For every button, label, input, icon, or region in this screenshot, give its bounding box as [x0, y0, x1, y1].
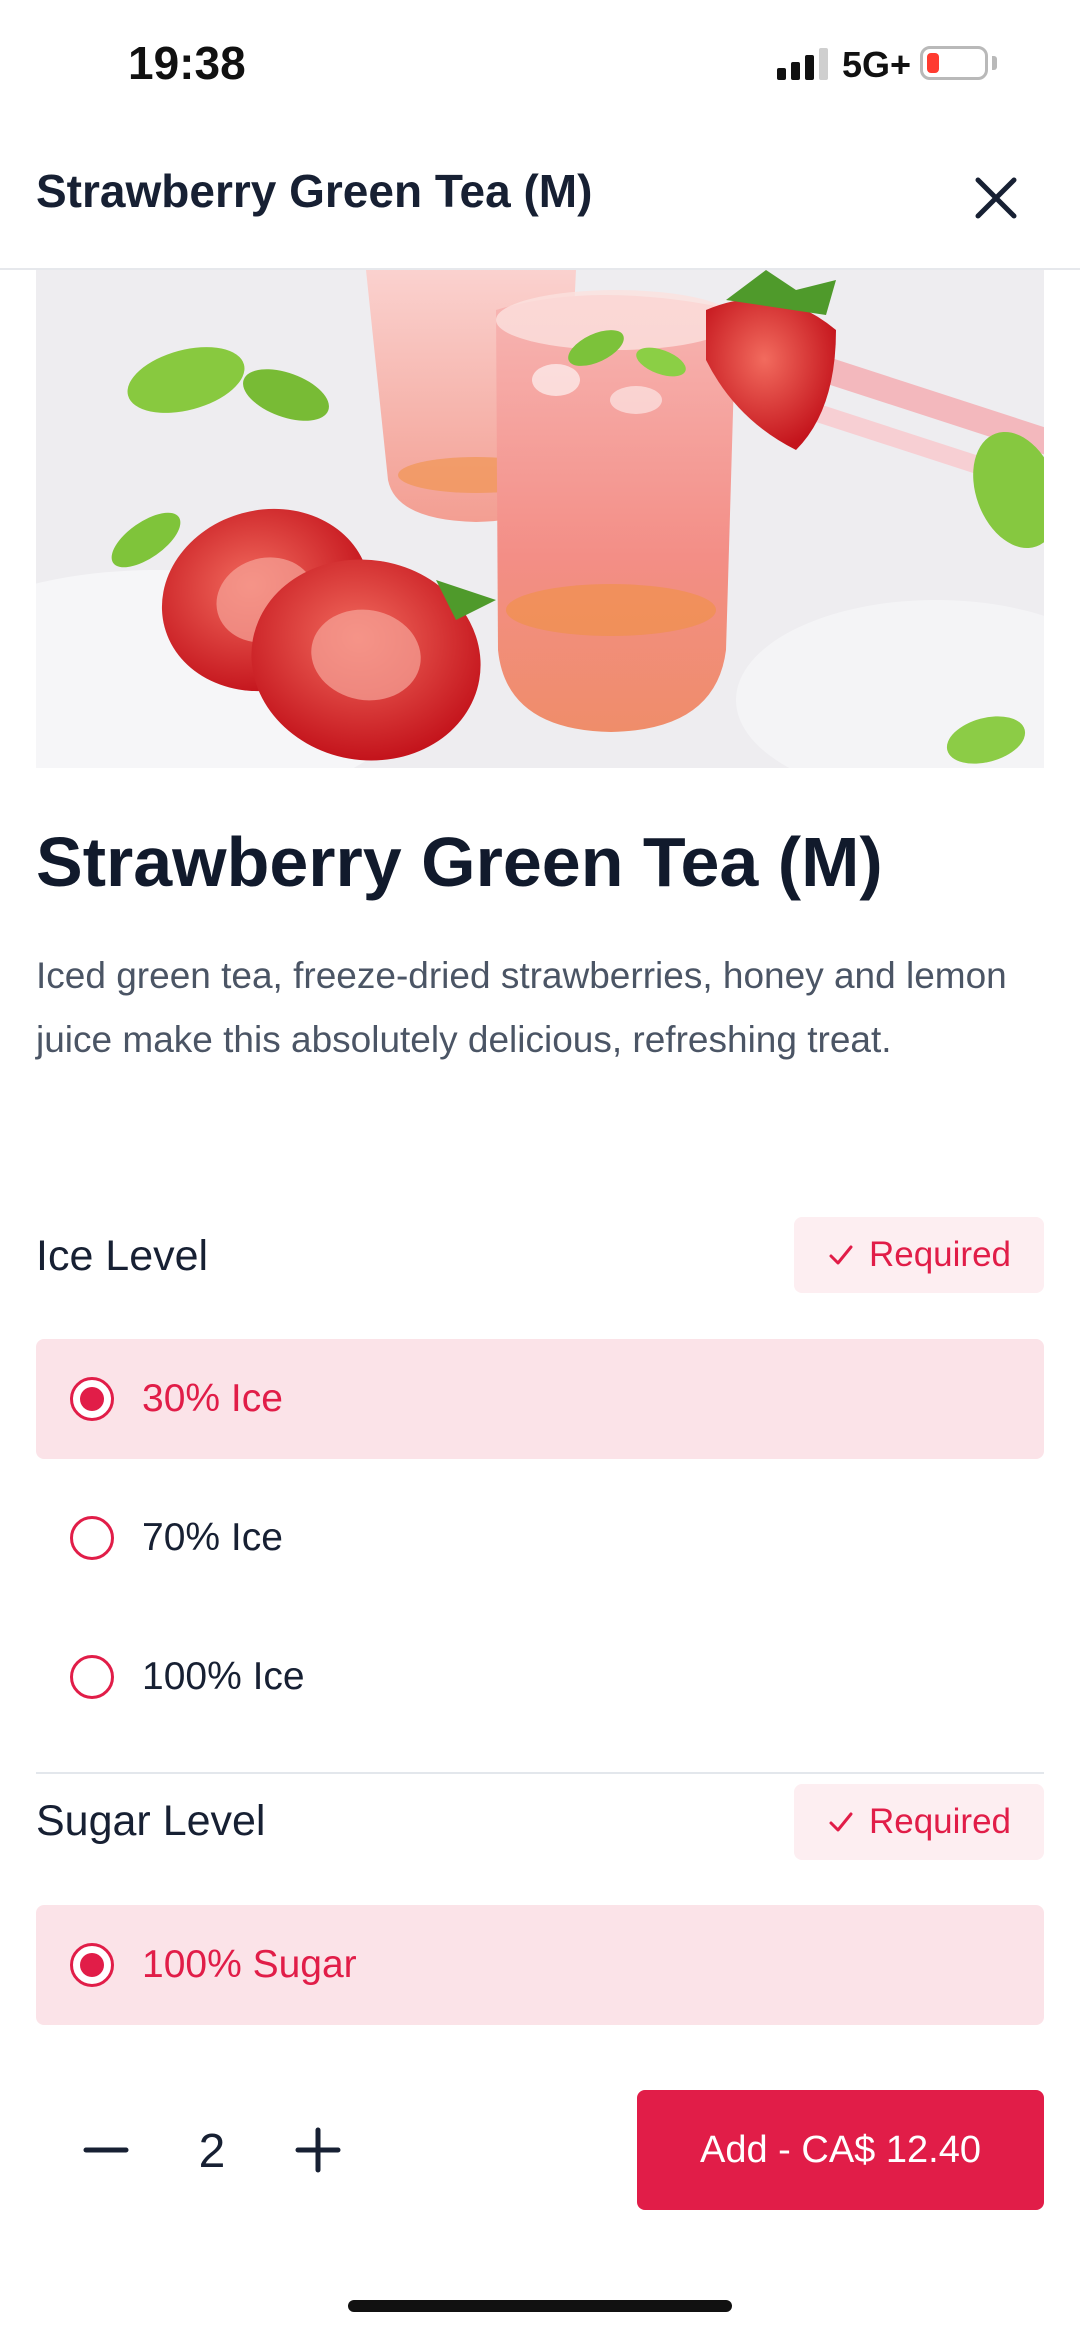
increase-quantity-button[interactable] [288, 2120, 348, 2180]
quantity-value: 2 [198, 2125, 226, 2178]
strawberry-drink-photo [36, 270, 1044, 768]
ice-level-title: Ice Level [36, 1232, 209, 1280]
signal-icon [777, 48, 828, 80]
required-badge-label: Required [868, 1802, 1012, 1841]
battery-icon [920, 46, 988, 80]
product-detail-screen: 19:38 5G+ Strawberry Green Tea (M) Straw… [0, 0, 1080, 2337]
option-label: 100% Ice [142, 1655, 305, 1698]
status-time: 19:38 [128, 37, 246, 89]
radio-unselected-icon[interactable] [70, 1655, 114, 1699]
sugar-level-title: Sugar Level [36, 1797, 266, 1845]
option-ice-30[interactable]: 30% Ice [36, 1339, 1044, 1459]
ice-required-badge: Required [794, 1217, 1044, 1293]
check-icon [829, 1812, 853, 1832]
network-type: 5G+ [842, 44, 912, 85]
header-title: Strawberry Green Tea (M) [36, 165, 593, 217]
product-description: Iced green tea, freeze-dried strawberrie… [36, 955, 1007, 1060]
radio-selected-icon[interactable] [70, 1377, 114, 1421]
check-icon [829, 1245, 853, 1265]
section-divider [36, 1772, 1044, 1774]
battery-tip [992, 56, 997, 70]
option-label: 30% Ice [142, 1377, 283, 1420]
modal-header: Strawberry Green Tea (M) [0, 130, 1080, 270]
close-icon [975, 177, 1017, 219]
required-badge-label: Required [868, 1235, 1012, 1274]
plus-icon [295, 2127, 341, 2173]
decrease-quantity-button[interactable] [76, 2120, 136, 2180]
option-ice-70[interactable]: 70% Ice [36, 1478, 1044, 1598]
minus-icon [83, 2147, 129, 2153]
home-indicator [348, 2300, 732, 2312]
close-button[interactable] [966, 168, 1026, 228]
option-ice-100[interactable]: 100% Ice [36, 1617, 1044, 1737]
product-title: Strawberry Green Tea (M) [36, 823, 883, 901]
sugar-required-badge: Required [794, 1784, 1044, 1860]
product-image [36, 270, 1044, 768]
option-sugar-100[interactable]: 100% Sugar [36, 1905, 1044, 2025]
radio-selected-icon[interactable] [70, 1943, 114, 1987]
radio-unselected-icon[interactable] [70, 1516, 114, 1560]
add-to-cart-button[interactable]: Add - CA$ 12.40 [637, 2090, 1044, 2210]
option-label: 70% Ice [142, 1516, 283, 1559]
option-label: 100% Sugar [142, 1943, 357, 1986]
status-bar: 19:38 5G+ [0, 0, 1080, 130]
